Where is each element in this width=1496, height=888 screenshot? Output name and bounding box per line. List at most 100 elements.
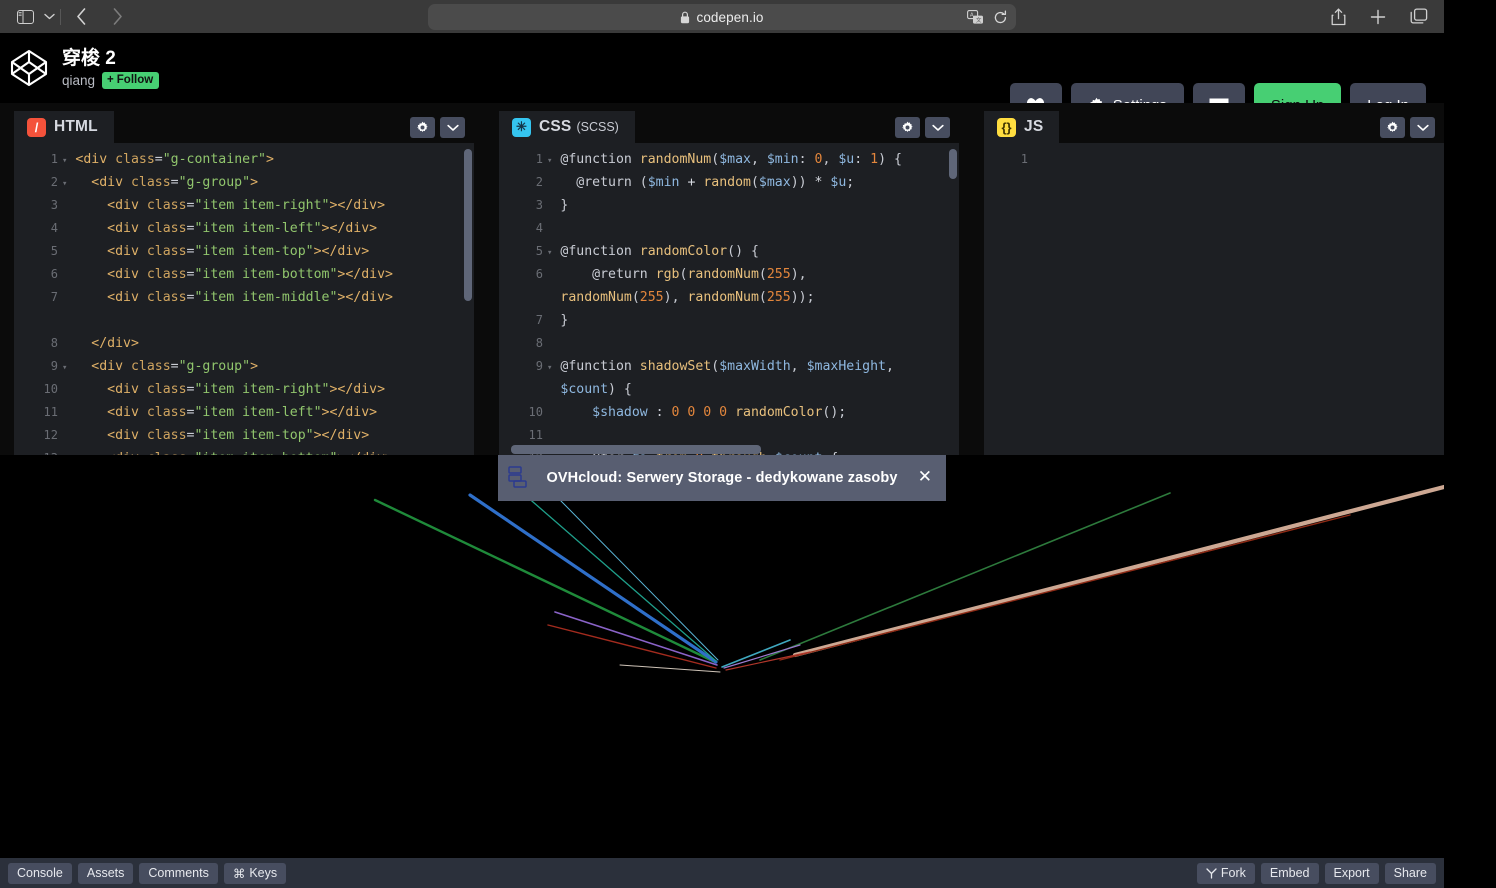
command-key-icon: ⌘ [232, 866, 246, 881]
horizontal-scrollbar-css[interactable] [511, 445, 761, 454]
close-icon[interactable]: ✕ [918, 468, 932, 486]
code-area-css[interactable]: 1 ▾ @function randomNum($max, $min: 0, $u… [499, 143, 959, 455]
vertical-scrollbar-html[interactable] [464, 149, 472, 301]
editor-inner-css: ✳ CSS (SCSS) 1 ▾ @function randomNum($max, $… [499, 111, 959, 455]
editor-panel-css: ✳ CSS (SCSS) 1 ▾ @function randomNum($max, $… [485, 103, 970, 455]
pen-header: 穿梭 2 qiang + Follow Settings [0, 33, 1444, 128]
editor-panel-html: / HTML 1 ▾ <div class="g-container"> 2 ▾ <di… [0, 103, 485, 455]
tab-label-css: CSS [539, 118, 572, 135]
preview-ray-purple-left [554, 611, 718, 666]
preview-ray-green-left [373, 498, 717, 664]
ad-banner[interactable]: OVHcloud: Serwery Storage - dedykowane z… [498, 455, 946, 501]
author-row: qiang + Follow [62, 71, 160, 89]
editor-header-html: / HTML [14, 111, 474, 143]
bottom-button-assets[interactable]: Assets [77, 862, 134, 884]
follow-button[interactable]: + Follow [102, 71, 160, 89]
preview-ray-teal-left [524, 494, 717, 662]
tab-html[interactable]: / HTML [14, 111, 114, 143]
code-css[interactable]: 1 ▾ @function randomNum($max, $min: 0, $u… [499, 143, 959, 455]
tab-overview-icon[interactable] [1410, 8, 1428, 25]
js-icon: {} [997, 117, 1016, 137]
button-label: Assets [86, 866, 125, 880]
preview-ray-red-right [779, 514, 1351, 661]
code-area-html[interactable]: 1 ▾ <div class="g-container"> 2 ▾ <div cla… [14, 143, 474, 455]
url-display: codepen.io [680, 10, 763, 25]
preview-ray-cyan-left [559, 499, 719, 661]
bottom-button-keys[interactable]: ⌘ Keys [223, 862, 287, 884]
plus-icon: + [107, 73, 114, 86]
editor-inner-js: {} JS 1 [984, 111, 1444, 455]
ad-text: OVHcloud: Serwery Storage - dedykowane z… [546, 470, 898, 486]
follow-label: Follow [116, 73, 154, 86]
editor-panes: / HTML 1 ▾ <div class="g-container"> 2 ▾ <di… [0, 103, 1444, 455]
toolbar-divider [60, 8, 61, 25]
browser-toolbar: codepen.io A文 [0, 0, 1444, 33]
bottom-toolbar: Console Assets Comments ⌘ Keys Fork Embed Expo… [0, 858, 1444, 888]
code-area-js[interactable]: 1 [984, 143, 1444, 455]
translate-icon[interactable]: A文 [967, 9, 984, 25]
tab-sublabel-css: (SCSS) [576, 120, 619, 134]
bottom-button-comments[interactable]: Comments [139, 862, 218, 884]
editor-inner-html: / HTML 1 ▾ <div class="g-container"> 2 ▾ <di… [14, 111, 474, 455]
back-button[interactable] [63, 5, 99, 29]
fork-icon [1206, 867, 1217, 879]
bottom-button-export[interactable]: Export [1324, 862, 1379, 884]
bottom-left-group: Console Assets Comments ⌘ Keys [8, 862, 292, 884]
gear-icon[interactable] [1380, 117, 1405, 138]
editor-panel-js: {} JS 1 [970, 103, 1444, 455]
tab-label-html: HTML [54, 118, 98, 135]
button-label: Console [17, 866, 63, 880]
preview-ray-white-left [619, 664, 721, 673]
reload-icon[interactable] [993, 10, 1008, 25]
codepen-logo[interactable] [8, 47, 50, 89]
code-js[interactable]: 1 [984, 143, 1444, 172]
server-stack-icon [508, 466, 528, 488]
tab-css[interactable]: ✳ CSS (SCSS) [499, 111, 635, 143]
chevron-down-icon[interactable] [1410, 117, 1435, 138]
preview-iframe[interactable] [0, 455, 1444, 858]
code-html[interactable]: 1 ▾ <div class="g-container"> 2 ▾ <div cla… [14, 143, 474, 455]
gear-icon[interactable] [895, 117, 920, 138]
button-label: Share [1393, 866, 1427, 880]
pen-title-block: 穿梭 2 qiang + Follow [62, 47, 160, 89]
bottom-button-embed[interactable]: Embed [1260, 862, 1319, 884]
gear-icon[interactable] [410, 117, 435, 138]
address-bar-actions: A文 [967, 4, 1008, 30]
html-icon: / [27, 117, 46, 137]
author-name[interactable]: qiang [62, 73, 95, 88]
plus-icon[interactable] [1370, 9, 1386, 25]
forward-button[interactable] [99, 5, 135, 29]
bottom-button-fork[interactable]: Fork [1196, 862, 1255, 884]
editor-header-buttons-html [410, 117, 465, 138]
vertical-scrollbar-css[interactable] [949, 149, 957, 179]
tab-js[interactable]: {} JS [984, 111, 1060, 143]
screen: codepen.io A文 穿梭 2 qiang + Follow / HTML… [0, 0, 1496, 888]
button-label: Export [1333, 866, 1370, 880]
chevron-down-icon[interactable] [925, 117, 950, 138]
editor-header-buttons-js [1380, 117, 1435, 138]
bottom-button-console[interactable]: Console [8, 862, 72, 884]
svg-text:文: 文 [976, 15, 982, 23]
url-text: codepen.io [696, 9, 764, 25]
bottom-right-group: Fork Embed Export Share [1191, 862, 1436, 884]
editor-header-js: {} JS [984, 111, 1444, 143]
share-icon[interactable] [1331, 8, 1346, 26]
button-label: Keys [249, 866, 278, 880]
sidebar-icon[interactable] [10, 5, 40, 29]
editor-header-buttons-css [895, 117, 950, 138]
chevron-down-icon[interactable] [40, 5, 58, 29]
page-title: 穿梭 2 [62, 47, 116, 69]
lock-icon [680, 11, 690, 24]
css-icon: ✳ [512, 117, 531, 137]
chevron-down-icon[interactable] [440, 117, 465, 138]
bottom-button-share[interactable]: Share [1384, 862, 1436, 884]
editor-header-css: ✳ CSS (SCSS) [499, 111, 959, 143]
preview-ray-cyan-right [721, 639, 791, 668]
button-label: Comments [148, 866, 209, 880]
preview-ray-beige-right [792, 484, 1444, 658]
tab-label-js: JS [1024, 118, 1044, 135]
address-bar[interactable]: codepen.io A文 [428, 4, 1016, 30]
button-label: Fork [1220, 866, 1246, 880]
browser-right-actions [1331, 0, 1428, 33]
button-label: Embed [1269, 866, 1310, 880]
